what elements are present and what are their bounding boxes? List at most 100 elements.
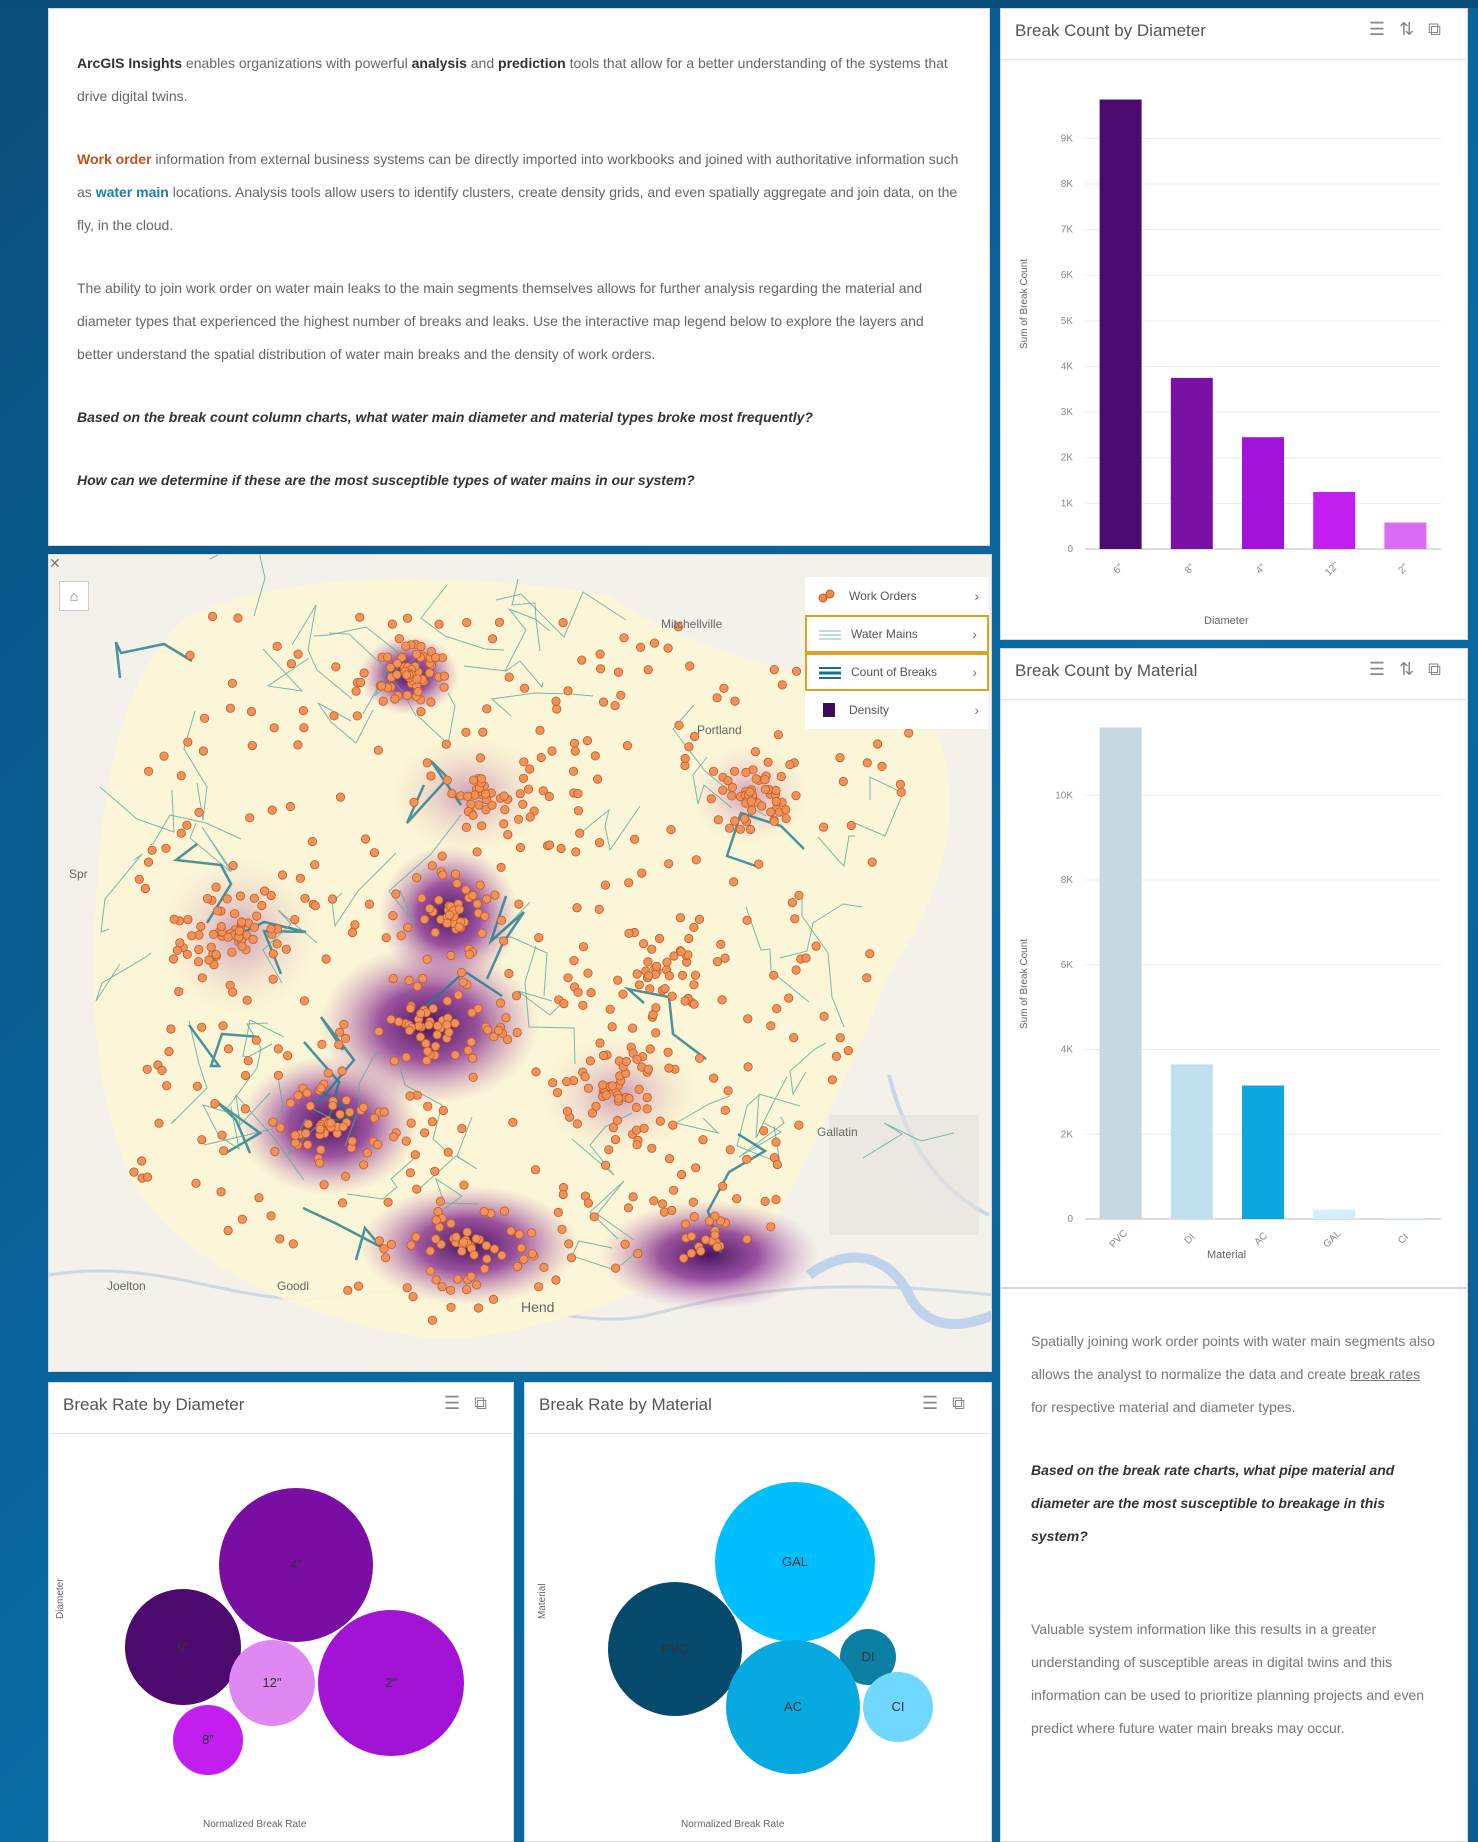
work-order-point xyxy=(747,805,757,815)
work-order-point xyxy=(712,956,723,967)
work-order-point xyxy=(218,1021,228,1031)
bubble-label: 6" xyxy=(177,1639,189,1654)
break-rate-by-material-card: Break Rate by Material ☰⧉ GAL PVC DI AC CI M… xyxy=(524,1382,992,1842)
break-rates-link[interactable]: break rates xyxy=(1350,1366,1420,1382)
work-order-point xyxy=(211,882,221,892)
work-order-point xyxy=(147,845,157,855)
legend-icon[interactable]: ☰ xyxy=(1369,19,1399,39)
legend-item-water-mains[interactable]: Water Mains › xyxy=(805,615,989,653)
work-order-point xyxy=(657,1199,668,1209)
work-order-point xyxy=(616,690,626,700)
y-tick-label: 7K xyxy=(1061,225,1074,236)
work-order-point xyxy=(299,723,309,733)
note-question: Based on the break rate charts, what pip… xyxy=(1031,1462,1395,1544)
work-order-point xyxy=(664,859,674,869)
work-order-point xyxy=(266,924,276,934)
x-axis-label: Material xyxy=(1207,1249,1247,1261)
sort-icon[interactable]: ⇅ xyxy=(1399,659,1428,679)
work-order-point xyxy=(418,973,428,984)
work-order-point xyxy=(677,970,688,980)
work-order-point xyxy=(481,789,491,799)
work-order-point xyxy=(791,666,802,676)
work-order-point xyxy=(423,1101,433,1111)
work-order-point xyxy=(198,746,208,756)
work-order-point xyxy=(482,894,492,904)
sort-icon[interactable]: ⇅ xyxy=(1399,19,1428,39)
bar xyxy=(1170,1064,1213,1219)
work-order-point xyxy=(784,993,794,1003)
work-order-point xyxy=(373,1139,383,1150)
work-order-point xyxy=(290,1130,300,1140)
legend-item-work-orders[interactable]: Work Orders › xyxy=(805,577,989,615)
flip-card-icon[interactable]: ⧉ xyxy=(1428,659,1455,679)
work-order-point xyxy=(594,904,604,914)
work-order-point xyxy=(248,934,258,944)
work-order-point xyxy=(194,944,204,955)
work-order-point xyxy=(369,848,380,858)
work-order-point xyxy=(483,1025,493,1035)
work-order-point xyxy=(425,1266,436,1276)
work-order-point xyxy=(340,1171,351,1182)
work-order-point xyxy=(769,816,779,826)
flip-card-icon[interactable]: ⧉ xyxy=(474,1393,501,1413)
work-order-point xyxy=(434,619,444,629)
work-order-point xyxy=(382,652,393,662)
work-order-point xyxy=(422,954,432,964)
material-bubble-chart: GAL PVC DI AC CI xyxy=(608,1482,933,1774)
work-order-point xyxy=(618,989,628,999)
work-order-point xyxy=(598,1080,608,1090)
flip-card-icon[interactable]: ⧉ xyxy=(1428,19,1455,39)
y-tick-label: 0 xyxy=(1067,544,1073,555)
flip-card-icon[interactable]: ⧉ xyxy=(952,1393,979,1413)
work-order-point xyxy=(531,1067,541,1077)
work-order-point xyxy=(464,949,475,959)
chevron-right-icon: › xyxy=(974,702,979,718)
work-order-point xyxy=(527,1249,537,1259)
work-order-point xyxy=(572,903,582,913)
card-title: Break Rate by Material xyxy=(539,1395,712,1414)
work-order-point xyxy=(166,1024,176,1034)
work-order-point xyxy=(562,1076,572,1087)
work-order-point xyxy=(416,893,427,903)
legend-icon[interactable]: ☰ xyxy=(444,1393,474,1413)
work-order-point xyxy=(566,1253,577,1263)
work-order-point xyxy=(475,880,485,890)
work-order-point xyxy=(475,753,485,763)
work-order-point xyxy=(405,1168,415,1178)
work-order-point xyxy=(234,926,244,936)
legend-item-count-of-breaks[interactable]: Count of Breaks › xyxy=(805,653,989,691)
work-order-point xyxy=(315,1158,325,1168)
legend-icon[interactable]: ☰ xyxy=(922,1393,952,1413)
work-order-point xyxy=(351,686,361,696)
work-order-point xyxy=(285,801,295,812)
work-order-point xyxy=(204,955,214,965)
work-order-point xyxy=(643,1064,654,1074)
work-order-point xyxy=(600,880,611,890)
work-order-point xyxy=(519,683,530,693)
y-tick-label: 5K xyxy=(1061,316,1074,327)
place-label: Spr xyxy=(69,867,88,881)
work-order-point xyxy=(514,1229,524,1240)
work-order-point xyxy=(454,922,464,932)
note-paragraph-2: Valuable system information like this re… xyxy=(1031,1621,1425,1736)
legend-item-density[interactable]: Density › xyxy=(805,691,989,729)
home-icon[interactable]: ⌂ xyxy=(59,581,89,611)
work-order-point xyxy=(791,791,801,801)
work-order-point xyxy=(843,1045,853,1056)
work-order-point xyxy=(801,953,811,963)
legend-icon[interactable]: ☰ xyxy=(1369,659,1399,679)
work-order-point xyxy=(439,671,450,681)
work-order-point xyxy=(447,789,457,799)
work-order-point xyxy=(791,965,801,975)
work-order-point xyxy=(223,1044,234,1054)
work-order-point xyxy=(374,1236,384,1246)
y-tick-label: 0 xyxy=(1067,1214,1073,1225)
work-order-point xyxy=(450,1018,460,1028)
work-order-point xyxy=(252,911,262,921)
work-order-point xyxy=(451,1232,461,1242)
chevron-right-icon: › xyxy=(974,588,979,604)
water-main-map[interactable]: ✕ ⌂ Mitchellville Portland Gallatin Hend… xyxy=(48,554,992,1372)
work-order-point xyxy=(499,791,509,801)
close-icon[interactable]: ✕ xyxy=(49,555,61,572)
work-order-point xyxy=(649,1196,659,1206)
